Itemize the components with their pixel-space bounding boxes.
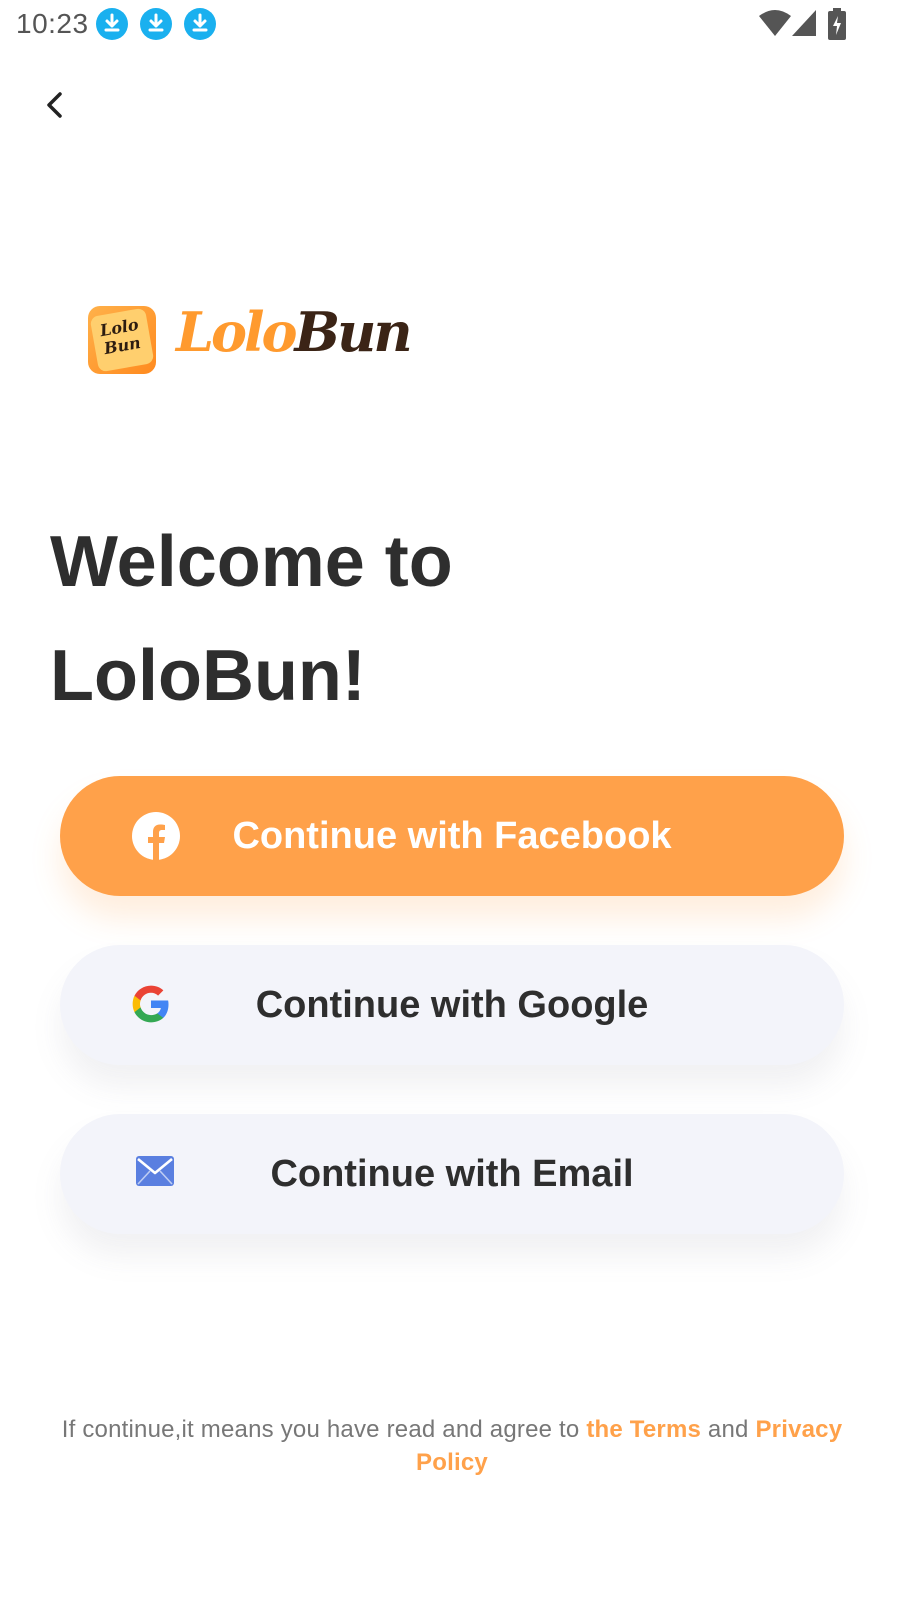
logo-wordmark-part: Lolo [176,300,298,364]
continue-facebook-button[interactable]: Continue with Facebook [60,776,844,896]
battery-charging-icon [828,8,846,45]
welcome-line: LoloBun! [50,636,366,716]
terms-joiner: and [701,1416,756,1443]
continue-email-label: Continue with Email [270,1153,634,1195]
terms-notice: If continue,it means you have read and a… [40,1413,864,1479]
download-icon [96,8,128,40]
continue-google-button[interactable]: Continue with Google [60,945,844,1065]
continue-google-label: Continue with Google [255,984,649,1026]
terms-prefix: If continue,it means you have read and a… [61,1416,587,1443]
terms-link[interactable]: the Terms [586,1416,701,1443]
app-logo-badge: Lolo Bun [88,306,156,374]
download-icon [140,8,172,40]
back-button[interactable] [30,80,80,130]
download-icon [184,8,216,40]
logo-wordmark: LoloBun [176,300,413,364]
wifi-icon [758,8,792,43]
continue-facebook-label: Continue with Facebook [232,815,672,857]
signal-icon [790,8,818,43]
status-bar: 10:23 [0,0,900,48]
chevron-left-icon [30,92,80,134]
welcome-heading: Welcome to LoloBun! [50,505,453,733]
welcome-line: Welcome to [50,522,453,602]
logo-wordmark-part: Bun [294,300,413,364]
status-time: 10:23 [16,8,89,39]
continue-email-button[interactable]: Continue with Email [60,1114,844,1234]
